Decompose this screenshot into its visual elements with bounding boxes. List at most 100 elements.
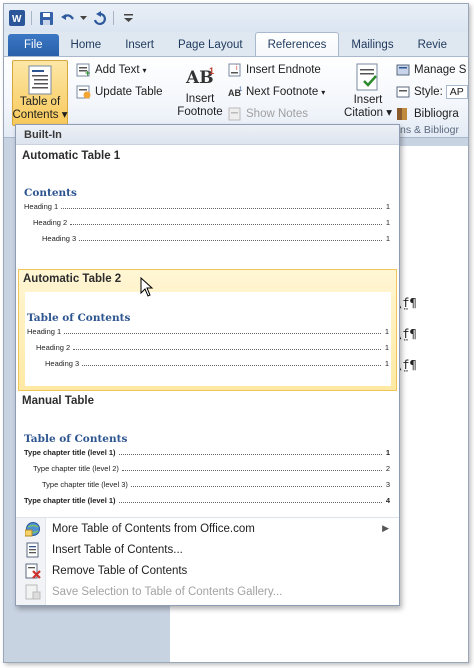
toc-row-label: Type chapter title (level 1) bbox=[24, 496, 116, 505]
toolbar-separator bbox=[31, 11, 32, 25]
undo-icon[interactable] bbox=[58, 9, 76, 27]
toc-preview-row: Heading 2 1 bbox=[27, 342, 389, 352]
toc-row-page: 1 bbox=[385, 218, 390, 227]
tab-mailings[interactable]: Mailings bbox=[339, 34, 405, 56]
svg-text:1: 1 bbox=[239, 87, 243, 93]
toc-preview-row: Type chapter title (level 1) 4 bbox=[24, 495, 390, 505]
dot-leader bbox=[61, 208, 382, 209]
gallery-item-automatic-table-1[interactable]: Automatic Table 1 Contents Heading 1 1 He… bbox=[18, 147, 397, 269]
gallery-item-automatic-table-2[interactable]: Automatic Table 2 Table of Contents Head… bbox=[18, 269, 397, 391]
menu-item-label: Insert Table of Contents... bbox=[52, 543, 183, 556]
style-icon bbox=[396, 86, 410, 98]
toc-row-page: 1 bbox=[385, 448, 390, 457]
insert-footnote-line2: Footnote bbox=[177, 106, 223, 118]
insert-footnote-button[interactable]: AB 1 Insert Footnote bbox=[172, 65, 228, 118]
manage-sources-button[interactable]: Manage S bbox=[396, 63, 466, 77]
undo-dropdown-icon[interactable] bbox=[79, 9, 87, 27]
dot-leader bbox=[121, 470, 382, 471]
toc-label-line1: Table of bbox=[19, 96, 61, 108]
toc-row-page: 1 bbox=[384, 327, 389, 336]
gallery-item-manual-table[interactable]: Manual Table Table of Contents Type chap… bbox=[18, 391, 397, 515]
manage-sources-icon bbox=[396, 64, 410, 76]
insert-endnote-label: Insert Endnote bbox=[246, 64, 321, 76]
toc-preview-row: Heading 1 1 bbox=[27, 326, 389, 336]
menu-item-label: Save Selection to Table of Contents Gall… bbox=[52, 585, 283, 598]
toc-row-label: Type chapter title (level 3) bbox=[42, 480, 128, 489]
tab-review[interactable]: Revie bbox=[406, 34, 459, 56]
dot-leader bbox=[82, 365, 381, 366]
endnote-icon: i bbox=[228, 63, 241, 77]
add-text-button[interactable]: + Add Text ▾ bbox=[76, 63, 147, 77]
tab-home[interactable]: Home bbox=[59, 34, 114, 56]
dot-leader bbox=[118, 454, 382, 455]
toc-preview: Table of Contents Type chapter title (le… bbox=[24, 433, 390, 513]
show-notes-button[interactable]: Show Notes bbox=[228, 107, 308, 121]
bibliography-label: Bibliogra bbox=[414, 108, 459, 120]
tab-file[interactable]: File bbox=[8, 34, 59, 56]
ribbon-tabs: File Home Insert Page Layout References … bbox=[4, 32, 468, 56]
globe-icon bbox=[16, 521, 50, 537]
toc-row-label: Heading 3 bbox=[42, 234, 77, 243]
menu-item-label: Remove Table of Contents bbox=[52, 564, 188, 577]
gallery-item-title: Automatic Table 1 bbox=[22, 150, 121, 162]
toc-preview-row: Heading 3 1 bbox=[27, 358, 389, 368]
add-text-icon: + bbox=[76, 63, 90, 77]
gallery-header: Built-In bbox=[16, 125, 399, 145]
table-of-contents-icon bbox=[28, 65, 52, 95]
dot-leader bbox=[70, 224, 382, 225]
toc-row-label: Heading 3 bbox=[45, 359, 80, 368]
svg-text:1: 1 bbox=[209, 66, 214, 76]
toc-row-label: Heading 1 bbox=[24, 202, 59, 211]
save-icon[interactable] bbox=[37, 9, 55, 27]
submenu-arrow-icon: ▶ bbox=[382, 523, 389, 533]
next-footnote-label: Next Footnote bbox=[246, 86, 319, 98]
toc-preview-row: Heading 2 1 bbox=[24, 217, 390, 227]
mouse-pointer-icon bbox=[140, 276, 154, 300]
gallery-item-title: Automatic Table 2 bbox=[23, 273, 122, 285]
toc-row-label: Type chapter title (level 2) bbox=[33, 464, 119, 473]
toc-row-label: Type chapter title (level 1) bbox=[24, 448, 116, 457]
table-of-contents-button[interactable]: Table of Contents ▾ bbox=[12, 60, 68, 126]
remove-toc-item[interactable]: Remove Table of Contents bbox=[16, 560, 399, 581]
citations-group-label: ns & Bibliogr bbox=[400, 124, 459, 136]
citation-icon bbox=[356, 63, 378, 91]
chevron-down-icon: ▾ bbox=[321, 87, 326, 97]
style-label: Style: bbox=[414, 86, 443, 98]
style-selector[interactable]: Style: AP bbox=[396, 85, 468, 99]
dot-leader bbox=[79, 240, 382, 241]
tab-references[interactable]: References bbox=[254, 32, 340, 56]
manage-sources-label: Manage S bbox=[414, 64, 467, 76]
update-table-button[interactable]: Update Table bbox=[76, 85, 163, 99]
insert-toc-item[interactable]: Insert Table of Contents... bbox=[16, 539, 399, 560]
save-selection-to-gallery-item[interactable]: Save Selection to Table of Contents Gall… bbox=[16, 581, 399, 602]
toc-preview: Contents Heading 1 1 Heading 2 1 Heading 3… bbox=[24, 187, 390, 263]
tab-page-layout[interactable]: Page Layout bbox=[166, 34, 255, 56]
menu-item-label: More Table of Contents from Office.com bbox=[52, 522, 255, 535]
quick-access-toolbar: W bbox=[4, 4, 468, 32]
style-dropdown[interactable]: AP bbox=[445, 85, 468, 99]
dot-leader bbox=[130, 486, 382, 487]
insert-citation-line2: Citation ▾ bbox=[344, 107, 392, 119]
toc-row-label: Heading 2 bbox=[33, 218, 68, 227]
svg-text:+: + bbox=[85, 68, 90, 77]
more-toc-from-office-item[interactable]: More Table of Contents from Office.com ▶ bbox=[16, 518, 399, 539]
insert-endnote-button[interactable]: i Insert Endnote bbox=[228, 63, 321, 77]
toc-row-page: 2 bbox=[385, 464, 390, 473]
bibliography-button[interactable]: Bibliogra bbox=[396, 107, 459, 121]
tab-insert[interactable]: Insert bbox=[113, 34, 166, 56]
toc-preview-title: Contents bbox=[24, 187, 77, 199]
toc-row-page: 1 bbox=[385, 202, 390, 211]
toc-preview-row: Type chapter title (level 2) 2 bbox=[24, 463, 390, 473]
insert-citation-line1: Insert bbox=[353, 94, 383, 106]
bibliography-icon bbox=[397, 108, 407, 120]
next-footnote-icon: AB1 bbox=[228, 87, 243, 98]
word-window: W File Home Insert Page Layout Reference… bbox=[3, 3, 469, 663]
show-notes-icon bbox=[228, 107, 241, 121]
show-notes-label: Show Notes bbox=[246, 108, 309, 120]
dot-leader bbox=[64, 333, 381, 334]
next-footnote-button[interactable]: AB 1 Next Footnote ▾ bbox=[228, 85, 325, 99]
customize-icon[interactable] bbox=[119, 9, 137, 27]
word-icon[interactable]: W bbox=[8, 9, 26, 27]
insert-citation-button[interactable]: Insert Citation ▾ bbox=[340, 63, 396, 119]
redo-icon[interactable] bbox=[90, 9, 108, 27]
